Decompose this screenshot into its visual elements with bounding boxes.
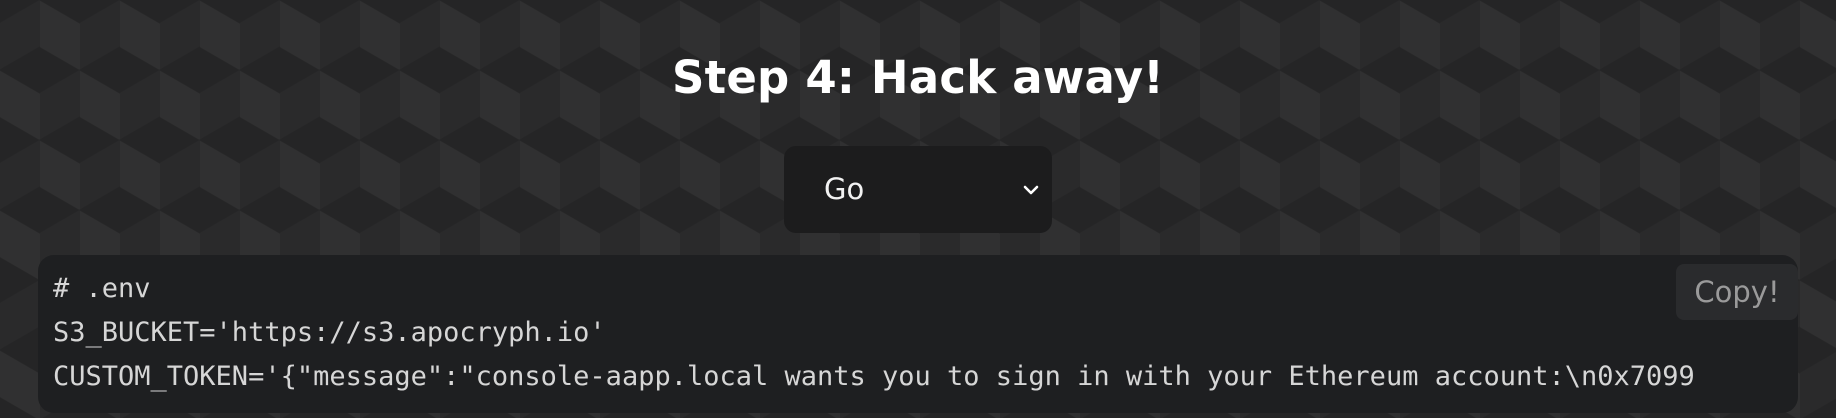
code-block: # .env S3_BUCKET='https://s3.apocryph.io… bbox=[38, 255, 1798, 413]
code-line: CUSTOM_TOKEN='{"message":"console-aapp.l… bbox=[53, 361, 1695, 392]
page-title: Step 4: Hack away! bbox=[672, 51, 1164, 104]
language-select[interactable]: Go bbox=[784, 146, 1052, 233]
code-line: # .env bbox=[53, 273, 151, 304]
copy-button[interactable]: Copy! bbox=[1676, 264, 1798, 320]
code-line: S3_BUCKET='https://s3.apocryph.io' bbox=[53, 317, 606, 348]
chevron-down-icon bbox=[1023, 185, 1039, 195]
language-select-value: Go bbox=[824, 172, 865, 206]
